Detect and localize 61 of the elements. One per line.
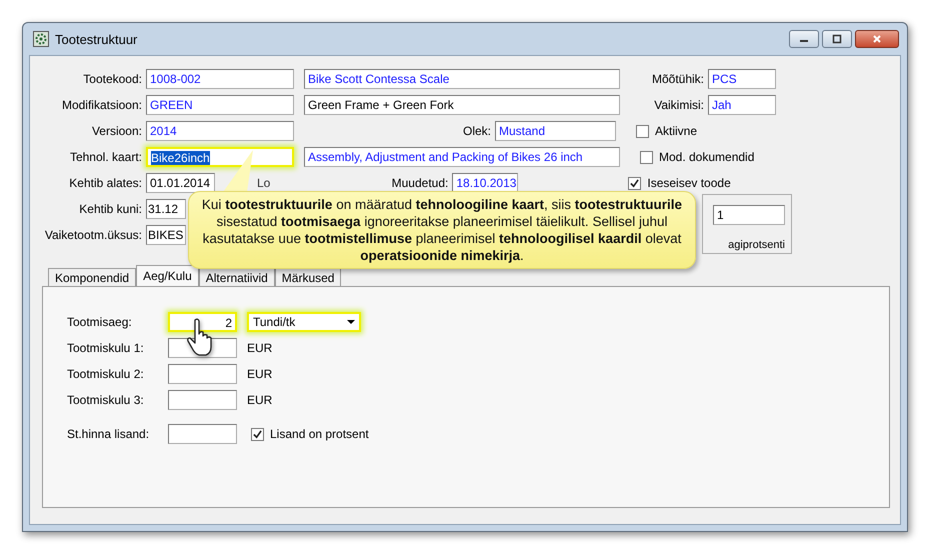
input-field[interactable]: 1 — [713, 205, 785, 225]
field-label: Vaikimisi: — [653, 98, 704, 112]
input-field[interactable]: Bike26inch — [146, 147, 294, 167]
input-field[interactable]: 18.10.2013 — [452, 173, 518, 193]
input-field[interactable] — [168, 390, 237, 410]
field-label: Lo — [257, 176, 270, 190]
maximize-button[interactable] — [822, 30, 852, 48]
field-label: Tootmiskulu 1: — [67, 341, 145, 355]
unit-dropdown[interactable]: Tundi/tk — [247, 312, 361, 332]
close-button[interactable] — [855, 30, 899, 48]
field-label: Tootmisaeg: — [67, 315, 133, 329]
minimize-button[interactable] — [789, 30, 819, 48]
field-label: Muudetud: — [390, 176, 448, 190]
field-label: agiprotsenti — [727, 239, 786, 251]
checkbox[interactable]: Mod. dokumendid — [640, 150, 754, 164]
field-label: Tehnol. kaart: — [68, 150, 142, 164]
checkbox[interactable]: Aktiivne — [636, 124, 698, 138]
field-label: Versioon: — [90, 124, 142, 138]
input-field[interactable]: 01.01.2014 — [146, 173, 215, 193]
input-field[interactable]: GREEN — [146, 95, 294, 115]
checkmark-icon — [253, 430, 262, 438]
input-field[interactable]: BIKES — [146, 225, 186, 245]
field-label: Kehtib alates: — [68, 176, 142, 190]
input-field[interactable] — [168, 364, 237, 384]
checkbox[interactable]: Lisand on protsent — [251, 427, 369, 441]
field-label: Tootekood: — [82, 72, 142, 86]
input-field[interactable]: PCS — [708, 69, 776, 89]
tab[interactable]: Komponendid — [48, 268, 136, 286]
callout-text: Kui tootestruktuurile on määratud tehnoloogiline kaart, siis tootestruktuurile sisestatud tootmisaega ignoreeritakse planeerimisel täielikult. Sellisel juhul kasutatakse uue tootmistellimuse planeerimisel tehnoloogilisel kaardil olevat operatsioonide nimekirja. — [200, 196, 684, 264]
tab[interactable]: Aeg/Kulu — [136, 265, 199, 286]
close-icon — [872, 34, 882, 44]
input-field[interactable]: Jah — [708, 95, 776, 115]
currency-label: EUR — [247, 393, 272, 407]
currency-label: EUR — [247, 341, 272, 355]
app-icon — [33, 31, 49, 47]
currency-label: EUR — [247, 367, 272, 381]
field-label: Modifikatsioon: — [60, 98, 142, 112]
input-field[interactable]: Green Frame + Green Fork — [304, 95, 620, 115]
input-field[interactable]: 31.12 — [146, 199, 186, 219]
field-label: Kehtib kuni: — [78, 202, 142, 216]
input-field[interactable]: 2014 — [146, 121, 294, 141]
field-label: Tootmiskulu 2: — [67, 367, 145, 381]
tab[interactable]: Märkused — [274, 268, 342, 286]
field-label: Mõõtühik: — [650, 72, 704, 86]
caret-icon — [347, 320, 355, 324]
input-field[interactable]: 1008-002 — [146, 69, 294, 89]
field-label: St.hinna lisand: — [67, 427, 150, 441]
window-title: Tootestruktuur — [55, 32, 138, 46]
checkbox[interactable]: Iseseisev toode — [628, 176, 731, 190]
checkmark-icon — [630, 178, 640, 188]
input-field[interactable] — [168, 424, 237, 444]
field-label: Vaiketootm.üksus: — [44, 228, 142, 242]
input-field[interactable]: Mustand — [495, 121, 616, 141]
input-field[interactable]: Assembly, Adjustment and Packing of Bikes 26 inch — [304, 147, 620, 167]
input-field[interactable]: 2 — [168, 312, 237, 332]
field-label: Olek: — [462, 124, 491, 138]
field-label: Tootmiskulu 3: — [67, 393, 145, 407]
maximize-icon — [832, 34, 842, 44]
input-field[interactable]: Bike Scott Contessa Scale — [304, 69, 620, 89]
callout-pointer — [223, 150, 255, 192]
tab[interactable]: Alternatiivid — [198, 268, 275, 286]
